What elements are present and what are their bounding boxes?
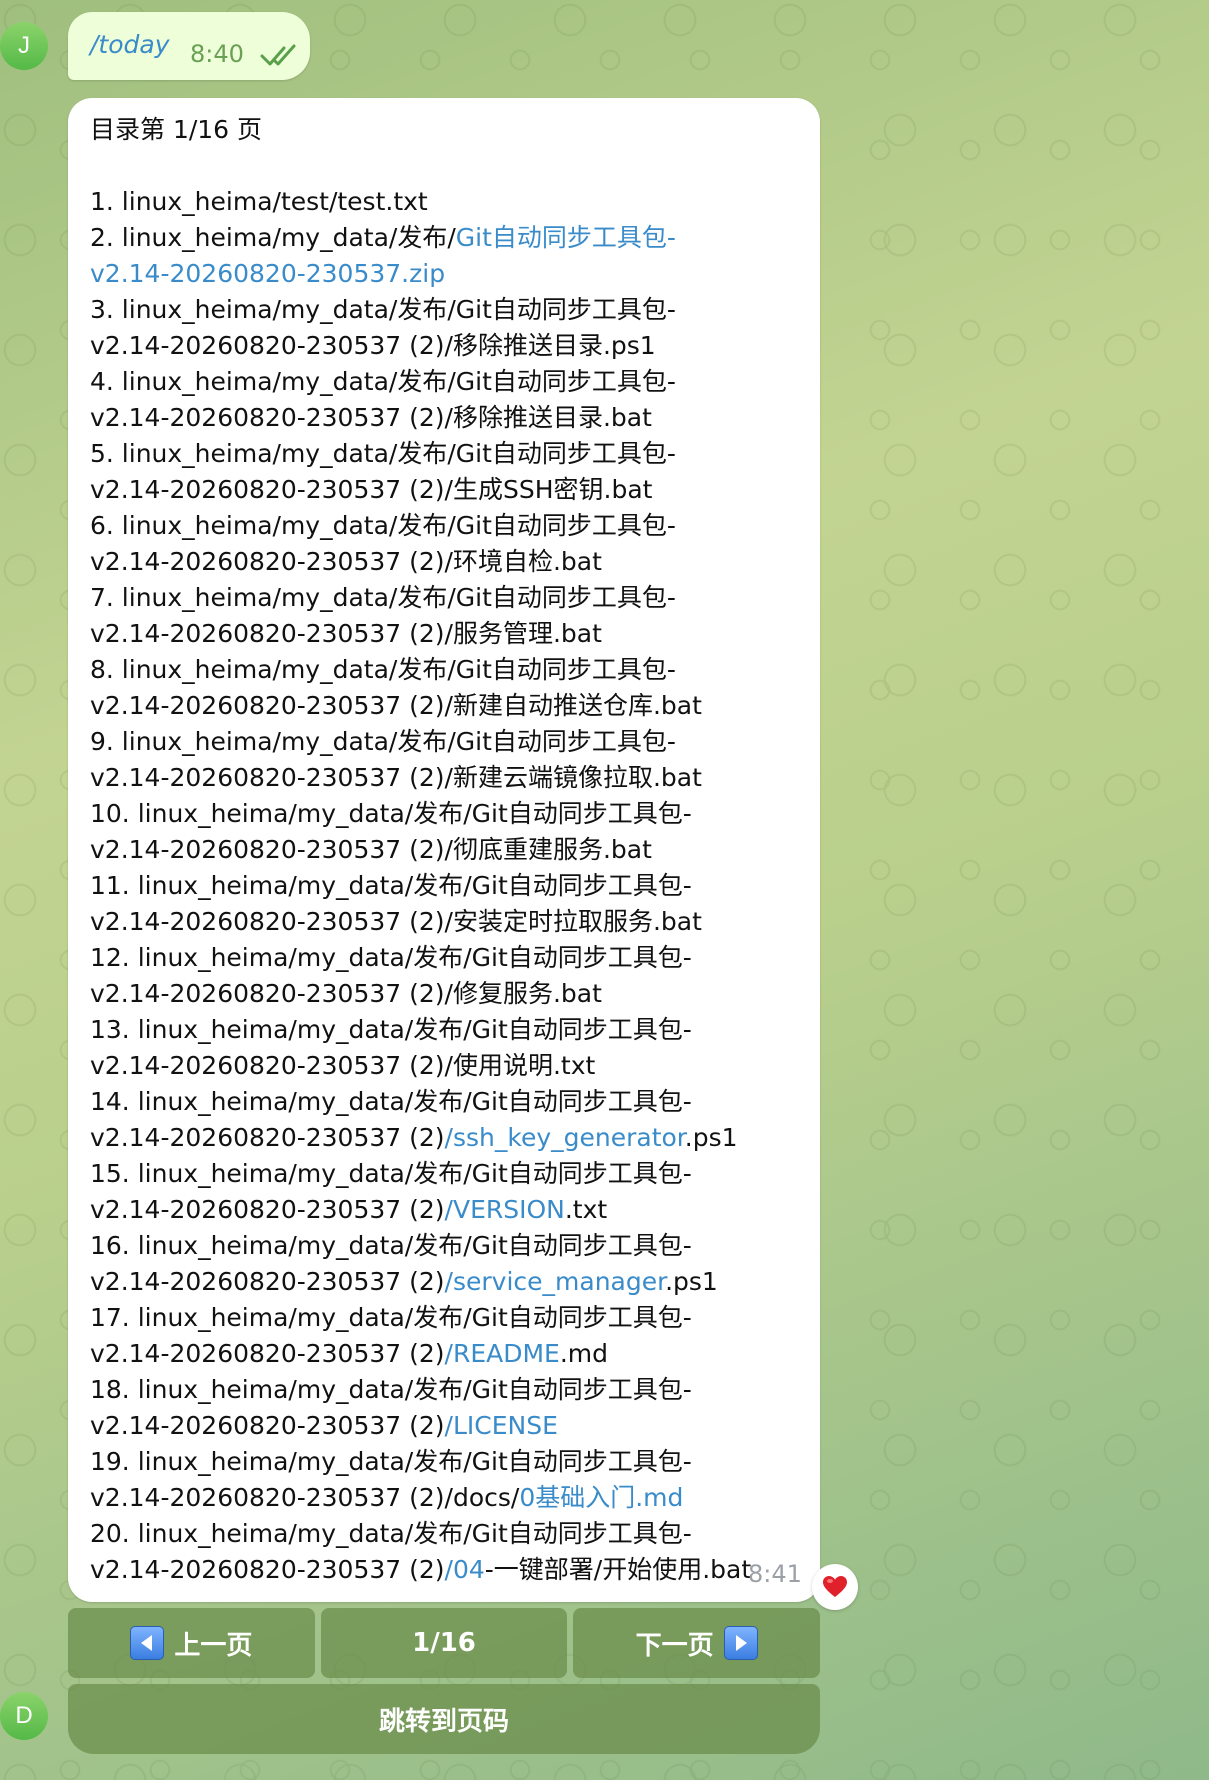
file-path-text: 8. linux_heima/my_data/发布/Git自动同步工具包- v2… [90,655,702,720]
left-arrow-icon [130,1626,165,1660]
command-message-bubble[interactable]: /today 8:40 [68,12,310,80]
file-path-text: 10. linux_heima/my_data/发布/Git自动同步工具包- v… [90,799,692,864]
inline-keyboard-row-1: 上一页 1/16 下一页 [68,1608,821,1678]
next-page-button[interactable]: 下一页 [573,1608,821,1678]
message-time: 8:41 [748,1560,802,1588]
reaction-badge[interactable] [812,1564,858,1610]
next-page-label: 下一页 [635,1630,714,1661]
file-path-text: 9. linux_heima/my_data/发布/Git自动同步工具包- v2… [90,727,702,792]
file-list-item: 19. linux_heima/my_data/发布/Git自动同步工具包- v… [90,1444,810,1516]
file-list-item: 15. linux_heima/my_data/发布/Git自动同步工具包- v… [90,1156,810,1228]
right-arrow-icon [723,1626,758,1660]
file-list-item: 5. linux_heima/my_data/发布/Git自动同步工具包- v2… [90,436,810,508]
inline-keyboard-row-2: 跳转到页码 [68,1684,820,1754]
page-header: 目录第 1/16 页 [90,115,263,144]
double-check-icon [260,44,296,66]
message-content: 目录第 1/16 页 1. linux_heima/test/test.txt 2… [90,112,810,1588]
file-list-item: 20. linux_heima/my_data/发布/Git自动同步工具包- v… [90,1516,810,1588]
file-path-text: 3. linux_heima/my_data/发布/Git自动同步工具包- v2… [90,295,676,360]
file-path-text: 13. linux_heima/my_data/发布/Git自动同步工具包- v… [90,1015,692,1080]
file-link[interactable]: /service_manager [445,1267,666,1296]
file-path-text: .ps1 [665,1267,718,1296]
file-path-text: 18. linux_heima/my_data/发布/Git自动同步工具包- v… [90,1375,692,1440]
file-list-item: 18. linux_heima/my_data/发布/Git自动同步工具包- v… [90,1372,810,1444]
file-list-item: 17. linux_heima/my_data/发布/Git自动同步工具包- v… [90,1300,810,1372]
message-time: 8:40 [190,40,244,68]
file-path-text: 11. linux_heima/my_data/发布/Git自动同步工具包- v… [90,871,702,936]
file-path-text: 2. linux_heima/my_data/发布/ [90,223,456,252]
file-list-item: 6. linux_heima/my_data/发布/Git自动同步工具包- v2… [90,508,810,580]
heart-icon [823,1576,847,1597]
bot-avatar[interactable]: D [0,1692,48,1740]
file-path-text: 7. linux_heima/my_data/发布/Git自动同步工具包- v2… [90,583,676,648]
file-link[interactable]: /README [445,1339,560,1368]
file-path-text: 5. linux_heima/my_data/发布/Git自动同步工具包- v2… [90,439,676,504]
file-list-item: 10. linux_heima/my_data/发布/Git自动同步工具包- v… [90,796,810,868]
bot-avatar-initial: D [15,1702,33,1729]
user-avatar[interactable]: J [0,22,48,70]
file-link[interactable]: /04 [445,1555,485,1584]
file-list-item: 7. linux_heima/my_data/发布/Git自动同步工具包- v2… [90,580,810,652]
bot-message-bubble[interactable]: 目录第 1/16 页 1. linux_heima/test/test.txt 2… [68,98,820,1602]
file-list-item: 16. linux_heima/my_data/发布/Git自动同步工具包- v… [90,1228,810,1300]
file-list-item: 8. linux_heima/my_data/发布/Git自动同步工具包- v2… [90,652,810,724]
file-path-text: 6. linux_heima/my_data/发布/Git自动同步工具包- v2… [90,511,676,576]
file-path-text: .txt [564,1195,608,1224]
file-list-item: 1. linux_heima/test/test.txt [90,184,810,220]
file-link[interactable]: /ssh_key_generator [445,1123,685,1152]
file-list: 1. linux_heima/test/test.txt 2. linux_hei… [90,184,810,1588]
file-path-text: .ps1 [684,1123,738,1152]
file-path-text: 12. linux_heima/my_data/发布/Git自动同步工具包- v… [90,943,692,1008]
current-page-button[interactable]: 1/16 [320,1608,568,1678]
jump-to-page-button[interactable]: 跳转到页码 [68,1684,820,1754]
file-path-text: 1. linux_heima/test/test.txt [90,187,428,216]
file-list-item: 4. linux_heima/my_data/发布/Git自动同步工具包- v2… [90,364,810,436]
file-path-text: .md [559,1339,609,1368]
file-list-item: 13. linux_heima/my_data/发布/Git自动同步工具包- v… [90,1012,810,1084]
file-list-item: 3. linux_heima/my_data/发布/Git自动同步工具包- v2… [90,292,810,364]
file-link[interactable]: /VERSION [445,1195,565,1224]
file-path-text: -一键部署/开始使用.bat [484,1555,752,1584]
current-page-label: 1/16 [412,1628,476,1658]
command-text[interactable]: /today [90,30,170,59]
user-avatar-initial: J [18,32,30,59]
jump-to-page-label: 跳转到页码 [378,1706,509,1737]
file-list-item: 11. linux_heima/my_data/发布/Git自动同步工具包- v… [90,868,810,940]
file-list-item: 9. linux_heima/my_data/发布/Git自动同步工具包- v2… [90,724,810,796]
prev-page-button[interactable]: 上一页 [68,1608,315,1678]
file-list-item: 2. linux_heima/my_data/发布/Git自动同步工具包- v2… [90,220,810,292]
file-list-item: 12. linux_heima/my_data/发布/Git自动同步工具包- v… [90,940,810,1012]
prev-page-label: 上一页 [174,1630,253,1661]
file-link[interactable]: 0基础入门.md [519,1483,683,1512]
file-path-text: 4. linux_heima/my_data/发布/Git自动同步工具包- v2… [90,367,676,432]
file-link[interactable]: /LICENSE [445,1411,558,1440]
file-list-item: 14. linux_heima/my_data/发布/Git自动同步工具包- v… [90,1084,810,1156]
